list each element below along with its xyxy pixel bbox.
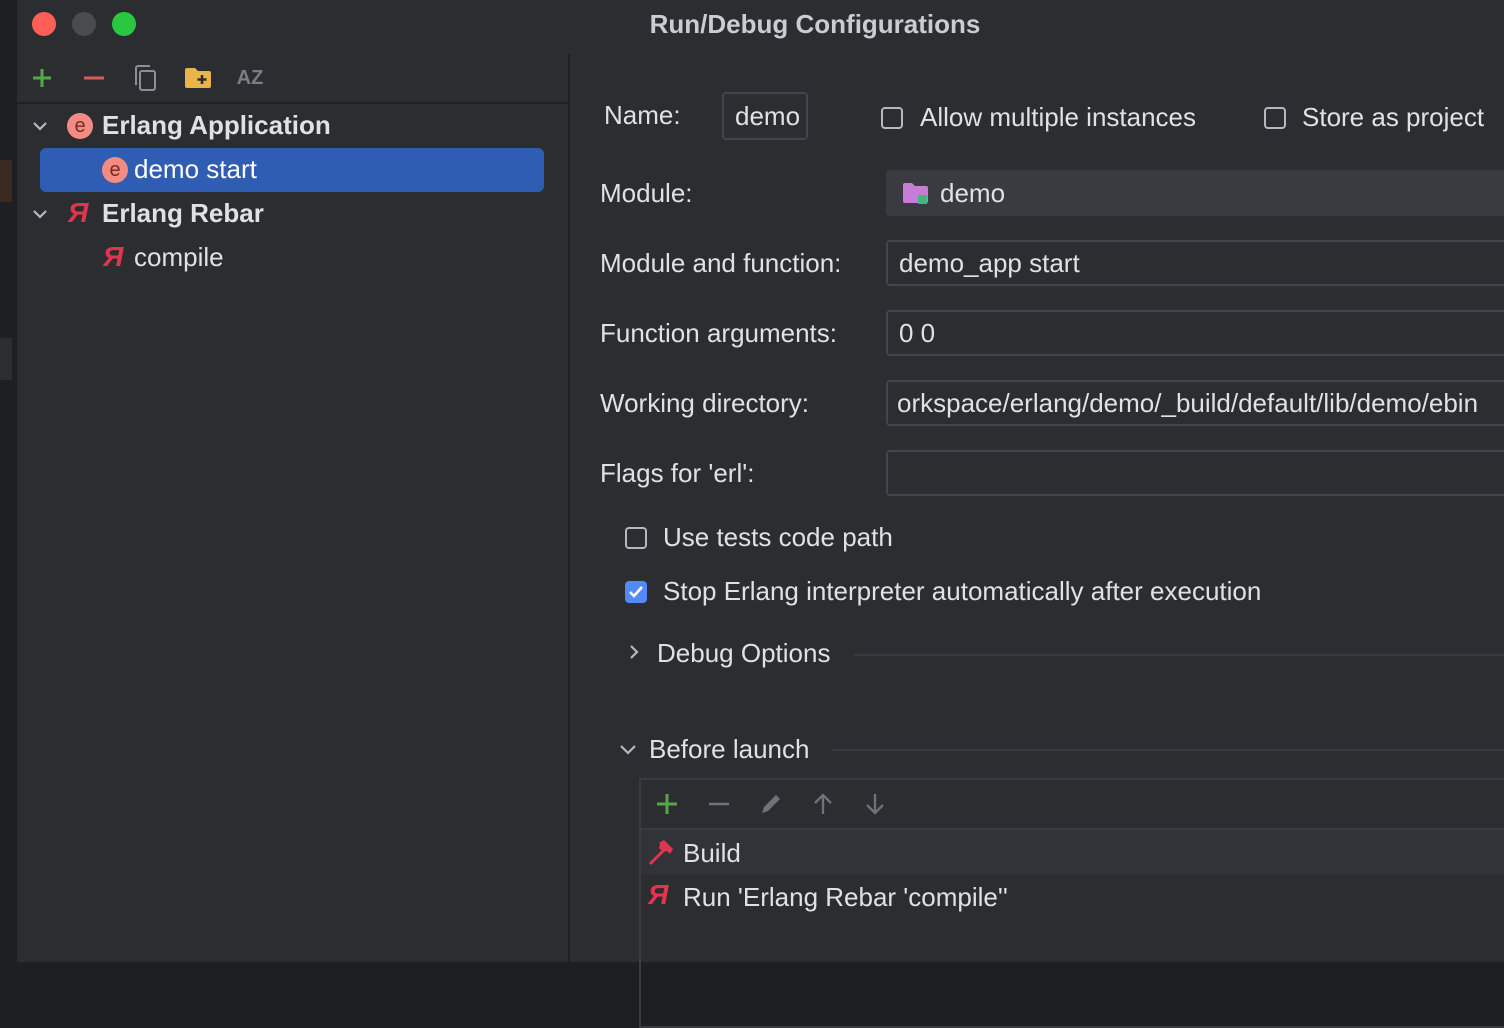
tree-group-label: Erlang Application	[102, 110, 331, 140]
before-launch-toolbar	[641, 780, 1504, 828]
configuration-editor: Name: demo Allow multiple instances Stor…	[570, 54, 1504, 1028]
stop-interpreter-label[interactable]: Stop Erlang interpreter automatically af…	[663, 576, 1261, 607]
before-launch-item-rebar[interactable]: Я Run 'Erlang Rebar 'compile''	[641, 874, 1504, 918]
allow-multiple-checkbox[interactable]	[881, 107, 903, 129]
erl-flags-input[interactable]	[886, 450, 1504, 496]
pencil-icon[interactable]	[758, 791, 784, 817]
tree-item-label: compile	[134, 242, 224, 272]
run-debug-dialog: Run/Debug Configurations AZ e Erlang App…	[17, 0, 1504, 1028]
chevron-down-icon	[33, 210, 47, 219]
checkmark-icon	[629, 586, 643, 598]
configurations-toolbar: AZ	[17, 54, 568, 104]
rebar-icon: Я	[103, 241, 123, 272]
sort-az-icon[interactable]: AZ	[232, 62, 268, 94]
function-arguments-label: Function arguments:	[600, 318, 838, 348]
window-title: Run/Debug Configurations	[649, 9, 981, 39]
chevron-right-icon[interactable]	[626, 644, 642, 660]
working-directory-label: Working directory:	[600, 388, 810, 418]
hammer-icon	[648, 840, 673, 866]
function-arguments-input[interactable]: 0 0	[886, 310, 1504, 356]
tree-item-compile[interactable]: Я compile	[40, 236, 544, 280]
before-launch-item-label: Run 'Erlang Rebar 'compile''	[683, 882, 1008, 912]
module-combobox[interactable]: demo	[886, 170, 1504, 216]
store-as-project-checkbox[interactable]	[1264, 107, 1286, 129]
before-launch-toggle[interactable]: Before launch	[649, 734, 809, 765]
rebar-icon: Я	[68, 197, 88, 228]
name-label: Name:	[604, 100, 681, 130]
tree-item-demo-start[interactable]: e demo start	[40, 148, 544, 192]
plus-icon[interactable]	[655, 792, 679, 816]
background-window-marker	[0, 160, 12, 202]
chevron-down-icon	[33, 122, 47, 131]
before-launch-item-label: Build	[683, 838, 741, 868]
before-launch-panel: Build Я Run 'Erlang Rebar 'compile''	[639, 778, 1504, 1028]
debug-options-separator	[854, 654, 1504, 656]
module-label: Module:	[600, 178, 693, 208]
add-configuration-button[interactable]	[24, 62, 60, 94]
plus-icon	[33, 69, 51, 87]
debug-options-toggle[interactable]: Debug Options	[657, 638, 830, 669]
new-folder-button[interactable]	[180, 62, 216, 94]
module-function-label: Module and function:	[600, 248, 842, 278]
stop-interpreter-checkbox[interactable]	[625, 581, 647, 603]
tree-group-label: Erlang Rebar	[102, 198, 264, 228]
module-value: demo	[940, 177, 1006, 208]
tree-item-label: demo start	[134, 154, 257, 184]
tree-group-erlang-application[interactable]: e Erlang Application	[25, 104, 545, 148]
arrow-up-icon[interactable]	[811, 792, 835, 816]
arrow-down-icon[interactable]	[863, 792, 887, 816]
store-as-project-label[interactable]: Store as project	[1302, 102, 1484, 133]
rebar-icon: Я	[648, 879, 668, 910]
erl-flags-label: Flags for 'erl':	[600, 458, 755, 488]
remove-configuration-button[interactable]	[76, 62, 112, 94]
working-directory-input[interactable]: orkspace/erlang/demo/_build/default/lib/…	[886, 380, 1504, 426]
erlang-app-icon: e	[102, 157, 128, 183]
use-tests-code-path-label[interactable]: Use tests code path	[663, 522, 893, 553]
copy-icon	[135, 65, 156, 91]
new-folder-icon	[185, 68, 211, 88]
background-window-strip	[0, 0, 18, 962]
chevron-down-icon[interactable]	[619, 741, 637, 759]
minus-icon	[84, 76, 104, 80]
configurations-panel: AZ e Erlang Application e demo start Я E…	[17, 54, 570, 962]
title-bar: Run/Debug Configurations	[17, 0, 1504, 50]
module-function-input[interactable]: demo_app start	[886, 240, 1504, 286]
before-launch-separator	[832, 749, 1504, 751]
background-window-marker	[0, 338, 12, 380]
module-folder-icon	[903, 183, 928, 204]
use-tests-code-path-checkbox[interactable]	[625, 527, 647, 549]
erlang-app-icon: e	[67, 113, 93, 139]
before-launch-item-build[interactable]: Build	[641, 830, 1504, 874]
minus-icon[interactable]	[707, 792, 731, 816]
name-input[interactable]: demo	[722, 92, 808, 140]
allow-multiple-label[interactable]: Allow multiple instances	[920, 102, 1196, 133]
copy-configuration-button[interactable]	[127, 62, 163, 94]
tree-group-erlang-rebar[interactable]: Я Erlang Rebar	[25, 192, 545, 236]
